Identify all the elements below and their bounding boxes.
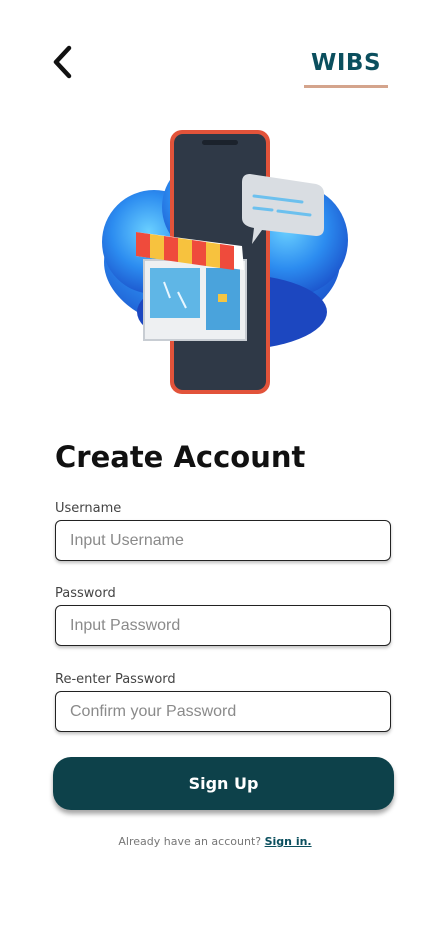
username-label: Username [55,501,122,516]
confirm-password-input[interactable] [55,691,391,732]
sign-up-button[interactable]: Sign Up [53,757,394,810]
sign-in-prompt: Already have an account? Sign in. [0,835,430,848]
sign-in-link[interactable]: Sign in. [265,835,312,848]
brand-underline [304,85,388,88]
username-input[interactable] [55,520,391,561]
phone-storefront-illustration [102,130,348,394]
create-account-screen: WIBS Create Account Username Input Usern… [0,0,430,932]
password-input[interactable] [55,605,391,646]
brand-logo: WIBS [310,50,382,76]
confirm-password-label: Re-enter Password [55,672,176,687]
storefront-icon [136,232,247,341]
back-button[interactable] [44,42,80,82]
page-title: Create Account [55,440,306,474]
sign-in-prompt-text: Already have an account? [118,835,262,848]
chevron-left-icon [53,45,72,79]
password-label: Password [55,586,116,601]
